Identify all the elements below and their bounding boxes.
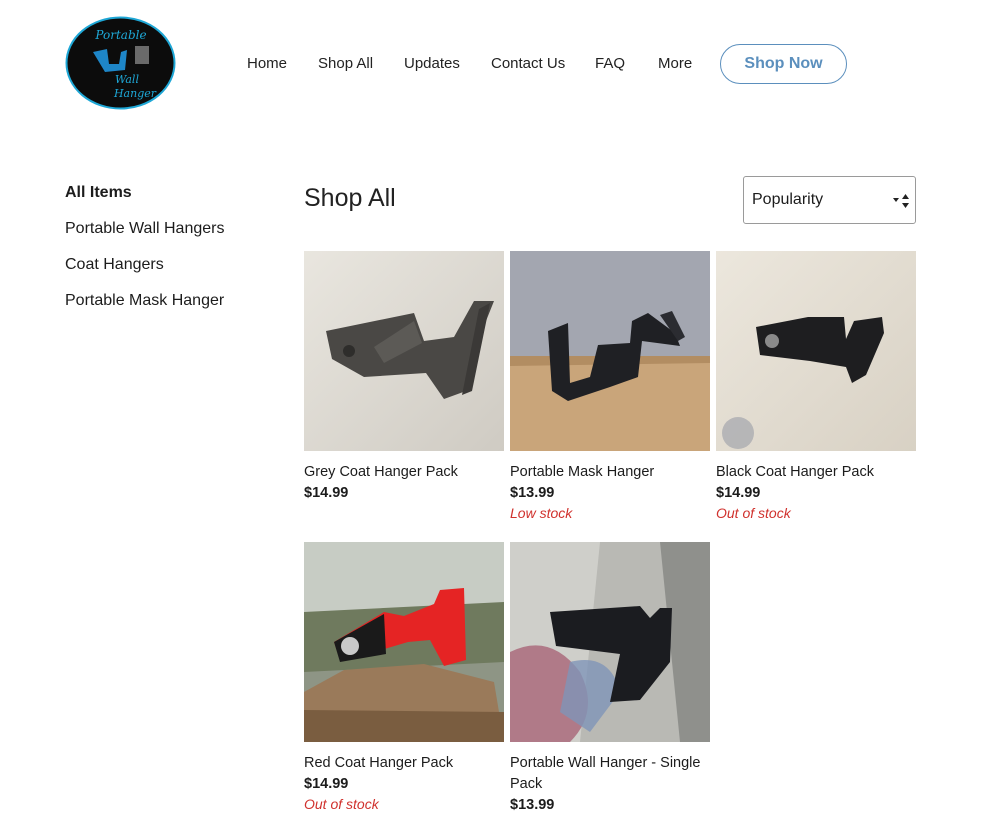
product-image[interactable] [304, 542, 504, 742]
product-price: $13.99 [510, 485, 555, 501]
product-image[interactable] [304, 251, 504, 451]
nav-home[interactable]: Home [247, 55, 287, 72]
product-name[interactable]: Black Coat Hanger Pack [716, 462, 916, 483]
nav-shop-all[interactable]: Shop All [318, 55, 373, 72]
stock-status: Out of stock [716, 505, 791, 521]
product-name[interactable]: Portable Wall Hanger - Single Pack [510, 753, 710, 795]
sort-select[interactable]: Popularity [743, 176, 916, 224]
sidebar-item-all-items[interactable]: All Items [65, 184, 132, 202]
product-price: $14.99 [304, 776, 349, 792]
nav-more[interactable]: More [658, 55, 692, 72]
stock-status: Out of stock [304, 796, 379, 812]
product-price: $13.99 [510, 797, 555, 813]
brand-logo[interactable]: Portable Wall Hanger [65, 16, 176, 110]
product-name[interactable]: Grey Coat Hanger Pack [304, 462, 504, 483]
product-image[interactable] [510, 542, 710, 742]
sort-selected-value: Popularity [752, 191, 824, 208]
select-arrows-icon [893, 194, 909, 208]
product-name[interactable]: Red Coat Hanger Pack [304, 753, 504, 774]
product-card[interactable]: Black Coat Hanger Pack $14.99 Out of sto… [716, 251, 916, 521]
sidebar-item-portable-mask-hanger[interactable]: Portable Mask Hanger [65, 292, 224, 310]
product-image[interactable] [716, 251, 916, 451]
nav-updates[interactable]: Updates [404, 55, 460, 72]
product-name[interactable]: Portable Mask Hanger [510, 462, 710, 483]
product-card[interactable]: Grey Coat Hanger Pack $14.99 [304, 251, 504, 505]
product-card[interactable]: Portable Mask Hanger $13.99 Low stock [510, 251, 710, 521]
product-price: $14.99 [304, 485, 349, 501]
nav-faq[interactable]: FAQ [595, 55, 625, 72]
logo-text-line2: Wall [115, 73, 139, 86]
watermark-icon [722, 417, 754, 449]
product-card[interactable]: Red Coat Hanger Pack $14.99 Out of stock [304, 542, 504, 812]
sidebar-item-portable-wall-hangers[interactable]: Portable Wall Hangers [65, 220, 224, 238]
sidebar-item-coat-hangers[interactable]: Coat Hangers [65, 256, 164, 274]
product-price: $14.99 [716, 485, 761, 501]
product-image[interactable] [510, 251, 710, 451]
shop-now-button[interactable]: Shop Now [720, 44, 847, 84]
logo-text-line1: Portable [94, 28, 146, 42]
logo-text-line3: Hanger [113, 87, 157, 100]
nav-contact-us[interactable]: Contact Us [491, 55, 565, 72]
product-card[interactable]: Portable Wall Hanger - Single Pack $13.9… [510, 542, 710, 817]
page-title: Shop All [304, 184, 396, 212]
stock-status: Low stock [510, 505, 573, 521]
